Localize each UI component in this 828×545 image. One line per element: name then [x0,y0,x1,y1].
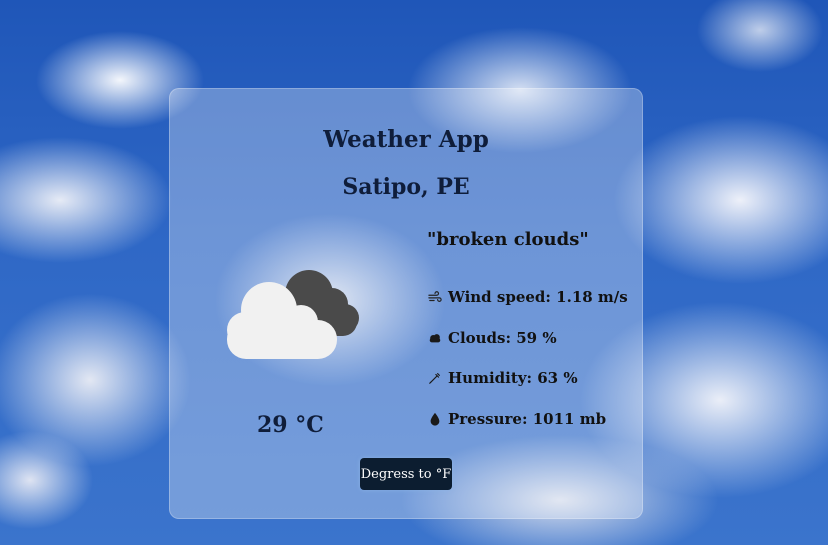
pressure-label: Pressure: 1011 mb [448,410,607,428]
temperature-value: 29 °C [257,412,324,438]
cloud-icon [428,331,442,345]
app-title: Weather App [323,126,489,153]
wind-speed-label: Wind speed: 1.18 m/s [448,288,628,306]
droplet-icon [428,412,442,426]
humidity-row: Humidity: 63 % [428,369,578,387]
clouds-row: Clouds: 59 % [428,329,557,347]
dropper-icon [428,371,442,385]
weather-description: "broken clouds" [427,229,589,250]
broken-clouds-icon [217,264,363,360]
city-name: Satipo, PE [342,174,470,200]
toggle-units-button[interactable]: Degress to °F [360,458,452,490]
wind-icon [428,290,442,304]
weather-card: Weather App Satipo, PE "broken clouds" 2… [169,88,643,519]
pressure-row: Pressure: 1011 mb [428,410,606,428]
humidity-label: Humidity: 63 % [448,369,578,387]
wind-speed-row: Wind speed: 1.18 m/s [428,288,628,306]
clouds-label: Clouds: 59 % [448,329,557,347]
